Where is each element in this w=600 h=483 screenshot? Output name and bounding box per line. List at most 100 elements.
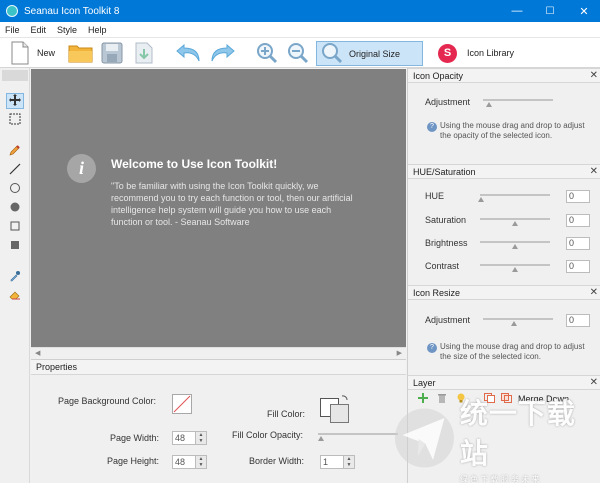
resize-adjustment-label: Adjustment bbox=[425, 315, 471, 325]
contrast-slider[interactable] bbox=[480, 262, 550, 272]
eraser-icon bbox=[9, 289, 21, 303]
icon-resize-header: Icon Resize ✕ bbox=[408, 285, 600, 300]
brightness-label: Brightness bbox=[425, 238, 468, 248]
page-width-spin-icon[interactable]: ▲ ▼ bbox=[196, 431, 207, 445]
zoom-out-button[interactable] bbox=[286, 40, 310, 66]
brightness-slider[interactable] bbox=[480, 239, 550, 249]
opacity-slider[interactable] bbox=[483, 97, 553, 107]
export-button[interactable] bbox=[134, 40, 154, 66]
close-icon[interactable]: ✕ bbox=[590, 166, 598, 177]
page-height-stepper[interactable]: 48 ▲ ▼ bbox=[172, 455, 207, 469]
hue-label: HUE bbox=[425, 191, 445, 201]
scroll-left-icon[interactable]: ◀ bbox=[35, 349, 40, 357]
properties-title: Properties bbox=[36, 362, 78, 372]
fill-color-label: Fill Color: bbox=[267, 409, 306, 419]
resize-value[interactable]: 0 bbox=[566, 314, 590, 327]
undo-icon bbox=[175, 42, 203, 64]
page-background-color-label: Page Background Color: bbox=[58, 396, 157, 406]
redo-button[interactable] bbox=[208, 40, 236, 66]
resize-hint: ? Using the mouse drag and drop to adjus… bbox=[427, 342, 595, 362]
hue-slider[interactable] bbox=[478, 192, 550, 202]
filled-ellipse-tool[interactable] bbox=[6, 200, 24, 216]
zoom-out-icon bbox=[286, 41, 310, 65]
info-icon: i bbox=[67, 154, 96, 183]
eraser-tool[interactable] bbox=[6, 288, 24, 304]
fill-opacity-slider[interactable] bbox=[318, 431, 398, 441]
contrast-label: Contrast bbox=[425, 261, 460, 271]
app-icon bbox=[6, 5, 18, 17]
icon-library-button[interactable]: S Icon Library bbox=[438, 40, 514, 66]
ellipse-tool[interactable] bbox=[6, 181, 24, 197]
menu-file[interactable]: File bbox=[0, 25, 26, 35]
minimize-button[interactable]: — bbox=[502, 0, 532, 22]
new-button[interactable]: New bbox=[10, 40, 55, 66]
close-icon[interactable]: ✕ bbox=[590, 287, 598, 298]
saturation-value[interactable]: 0 bbox=[566, 214, 590, 227]
watermark-logo-icon bbox=[394, 408, 454, 468]
pencil-tool[interactable] bbox=[6, 143, 24, 159]
menu-style[interactable]: Style bbox=[52, 25, 83, 35]
menu-help[interactable]: Help bbox=[83, 25, 113, 35]
save-button[interactable] bbox=[101, 40, 123, 66]
menu-edit[interactable]: Edit bbox=[26, 25, 53, 35]
eyedropper-tool[interactable] bbox=[6, 269, 24, 285]
menu-bar: File Edit Style Help bbox=[0, 22, 600, 38]
help-icon: ? bbox=[427, 122, 437, 132]
original-size-button[interactable]: Original Size bbox=[316, 41, 423, 66]
hue-saturation-header: HUE/Saturation ✕ bbox=[408, 164, 600, 179]
circle-outline-icon bbox=[9, 182, 21, 196]
watermark-text: 统一下载站 bbox=[459, 397, 576, 469]
page-width-value[interactable]: 48 bbox=[172, 431, 196, 445]
page-width-label: Page Width: bbox=[110, 433, 160, 443]
original-size-label: Original Size bbox=[349, 48, 401, 59]
help-icon: ? bbox=[427, 343, 437, 353]
move-tool[interactable] bbox=[6, 93, 24, 109]
hue-value[interactable]: 0 bbox=[566, 190, 590, 203]
zoom-in-button[interactable] bbox=[255, 40, 279, 66]
hue-saturation-section: HUE/Saturation ✕ HUE 0 Saturation 0 Brig… bbox=[408, 164, 600, 286]
fill-color-opacity-label: Fill Color Opacity: bbox=[232, 430, 304, 440]
save-icon bbox=[101, 42, 123, 64]
close-button[interactable]: ✕ bbox=[569, 0, 599, 22]
opacity-hint: ? Using the mouse drag and drop to adjus… bbox=[427, 121, 595, 141]
hue-saturation-title: HUE/Saturation bbox=[413, 166, 476, 177]
brightness-value[interactable]: 0 bbox=[566, 237, 590, 250]
resize-slider[interactable] bbox=[483, 316, 553, 326]
icon-library-label: Icon Library bbox=[467, 48, 515, 58]
welcome-message: "To be familiar with using the Icon Tool… bbox=[111, 181, 353, 227]
page-height-label: Page Height: bbox=[107, 456, 160, 466]
scroll-right-icon[interactable]: ▶ bbox=[397, 349, 402, 357]
line-tool[interactable] bbox=[6, 162, 24, 178]
fill-color-swatch[interactable] bbox=[320, 395, 352, 425]
icon-resize-section: Icon Resize ✕ Adjustment 0 ? Using the m… bbox=[408, 285, 600, 375]
open-button[interactable] bbox=[68, 40, 94, 66]
canvas-area[interactable]: i Welcome to Use Icon Toolkit! "To be fa… bbox=[31, 69, 406, 347]
icon-opacity-header: Icon Opacity ✕ bbox=[408, 68, 600, 83]
properties-panel: Properties Page Background Color: Fill C… bbox=[31, 359, 406, 483]
rectangle-tool[interactable] bbox=[6, 219, 24, 235]
new-label: New bbox=[37, 48, 56, 58]
filled-rectangle-tool[interactable] bbox=[6, 238, 24, 254]
canvas-horizontal-scrollbar[interactable]: ◀ ▶ bbox=[31, 347, 406, 357]
move-icon bbox=[9, 94, 21, 108]
page-height-value[interactable]: 48 bbox=[172, 455, 196, 469]
undo-button[interactable] bbox=[175, 40, 203, 66]
page-background-color-swatch[interactable] bbox=[172, 394, 192, 416]
pencil-icon bbox=[9, 144, 21, 158]
square-outline-icon bbox=[9, 220, 21, 234]
watermark-subtext: 绿 色 下 载 服 务 未 来 bbox=[459, 474, 540, 483]
maximize-button[interactable]: ☐ bbox=[535, 0, 565, 22]
close-icon[interactable]: ✕ bbox=[590, 70, 598, 81]
page-width-stepper[interactable]: 48 ▲ ▼ bbox=[172, 431, 207, 445]
circle-filled-icon bbox=[9, 201, 21, 215]
border-width-label: Border Width: bbox=[249, 456, 305, 466]
select-tool[interactable] bbox=[6, 112, 24, 128]
close-icon[interactable]: ✕ bbox=[590, 377, 598, 388]
magnifier-icon bbox=[321, 42, 343, 66]
page-height-spin-icon[interactable]: ▲ ▼ bbox=[196, 455, 207, 469]
border-width-spin-icon[interactable]: ▲ ▼ bbox=[344, 455, 355, 469]
contrast-value[interactable]: 0 bbox=[566, 260, 590, 273]
border-width-stepper[interactable]: 1 ▲ ▼ bbox=[320, 455, 355, 469]
border-width-value[interactable]: 1 bbox=[320, 455, 344, 469]
saturation-slider[interactable] bbox=[480, 216, 550, 226]
